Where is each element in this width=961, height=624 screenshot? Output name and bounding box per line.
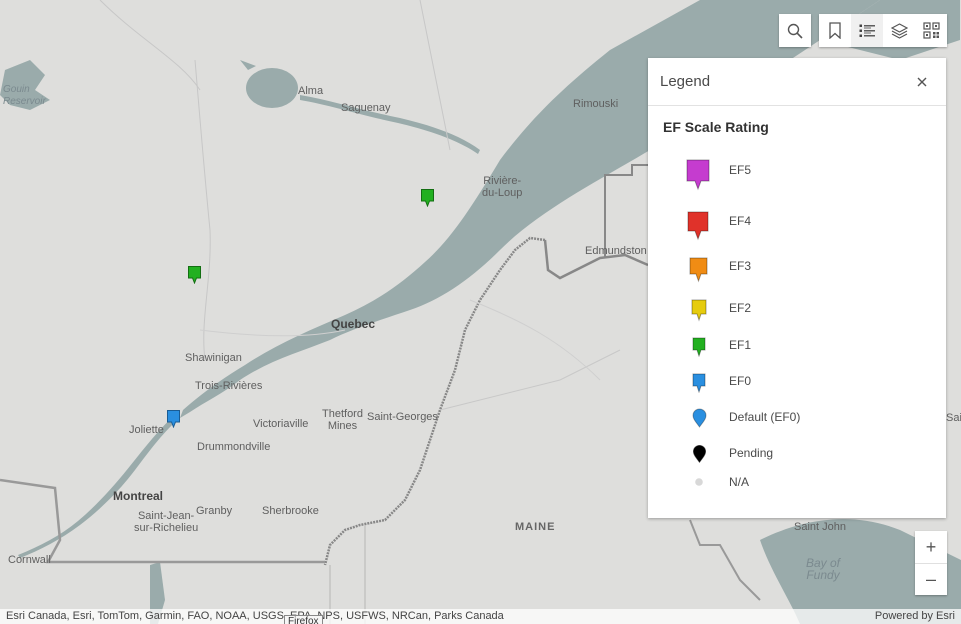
search-button[interactable]	[779, 14, 811, 47]
legend-label: EF2	[729, 301, 752, 315]
round-pin-icon	[692, 444, 707, 464]
label-bay-of-fundy: Bay of Fundy	[806, 556, 841, 582]
qr-grid-icon	[922, 22, 940, 39]
legend-label: Default (EF0)	[729, 410, 801, 424]
label-edmundston: Edmundston	[585, 245, 647, 257]
label-saint-jean-sur-richelieu: Saint-Jean- sur-Richelieu	[134, 510, 199, 534]
legend-item-ef0: EF0	[648, 372, 946, 402]
close-button[interactable]	[910, 70, 934, 94]
label-gouin-reservoir: Gouin Reservoir	[3, 84, 46, 107]
label-montreal: Montreal	[113, 489, 164, 503]
attribution-text[interactable]: Esri Canada, Esri, TomTom, Garmin, FAO, …	[6, 609, 504, 624]
legend-item-ef2: EF2	[648, 298, 946, 328]
label-victoriaville: Victoriaville	[253, 418, 309, 430]
label-riviere-du-loup: Rivière- du-Loup	[482, 175, 523, 199]
search-toolbar	[779, 14, 811, 47]
square-pin-icon	[692, 337, 706, 357]
square-pin-icon	[691, 299, 707, 322]
label-joliette: Joliette	[129, 424, 164, 436]
list-icon	[859, 24, 875, 37]
bookmarks-button[interactable]	[819, 14, 851, 47]
legend-item-ef1: EF1	[648, 336, 946, 366]
tornado-marker-ef1[interactable]	[421, 189, 434, 212]
label-thetford-mines: Thetford Mines	[322, 408, 363, 432]
legend-title: Legend	[660, 73, 711, 90]
attribution-bar: Esri Canada, Esri, TomTom, Garmin, FAO, …	[0, 609, 961, 624]
legend-item-ef3: EF3	[648, 256, 946, 286]
layers-button[interactable]	[883, 14, 915, 47]
label-sherbrooke: Sherbrooke	[262, 505, 319, 517]
label-saint-john-cut: Sain	[946, 412, 961, 424]
label-granby: Granby	[196, 505, 233, 517]
legend-item-pending: Pending	[648, 444, 946, 474]
label-shawinigan: Shawinigan	[185, 352, 242, 364]
layers-icon	[890, 22, 908, 39]
square-pin-icon	[686, 159, 710, 191]
basemap-gallery-button[interactable]	[915, 14, 947, 47]
legend-label: N/A	[729, 475, 750, 489]
label-trois-rivieres: Trois-Rivières	[195, 380, 263, 392]
search-icon	[787, 23, 803, 39]
bookmark-icon	[829, 22, 841, 39]
legend-item-default: Default (EF0)	[648, 408, 946, 438]
square-pin-icon	[692, 373, 706, 393]
legend-label: EF5	[729, 163, 752, 177]
tornado-marker-ef0[interactable]	[167, 410, 180, 433]
close-icon	[917, 77, 927, 86]
square-pin-icon	[167, 410, 180, 429]
dot-icon	[695, 478, 703, 486]
legend-item-ef4: EF4	[648, 210, 946, 241]
legend-label: EF4	[729, 214, 752, 228]
label-saint-georges: Saint-Georges	[367, 411, 438, 423]
square-pin-icon	[188, 266, 201, 285]
legend-label: EF3	[729, 259, 752, 273]
label-cornwall: Cornwall	[8, 554, 51, 566]
zoom-out-button[interactable]: –	[915, 563, 947, 595]
legend-layer-title: EF Scale Rating	[663, 119, 769, 135]
square-pin-icon	[687, 211, 709, 241]
round-pin-icon	[692, 408, 707, 428]
label-maine: MAINE	[515, 521, 556, 533]
legend-panel: Legend EF Scale Rating EF5 EF4 EF3 EF2 E…	[648, 58, 946, 518]
legend-header: Legend	[648, 58, 946, 106]
legend-item-na: N/A	[648, 474, 946, 504]
legend-label: Pending	[729, 446, 774, 460]
label-saguenay: Saguenay	[341, 102, 391, 114]
powered-by-esri[interactable]: Powered by Esri	[875, 609, 955, 624]
zoom-control: + –	[915, 531, 947, 595]
label-drummondville: Drummondville	[197, 441, 271, 453]
label-alma: Alma	[298, 85, 324, 97]
square-pin-icon	[689, 257, 708, 283]
widget-toolbar	[819, 14, 947, 47]
square-pin-icon	[421, 189, 434, 208]
legend-label: EF1	[729, 338, 752, 352]
browser-tooltip: Firefox	[284, 615, 323, 624]
tornado-marker-ef1[interactable]	[188, 266, 201, 289]
label-quebec: Quebec	[331, 317, 376, 331]
legend-label: EF0	[729, 374, 752, 388]
label-saint-john: Saint John	[794, 521, 846, 533]
legend-button[interactable]	[851, 14, 883, 47]
label-rimouski: Rimouski	[573, 98, 619, 110]
legend-item-ef5: EF5	[648, 158, 946, 191]
zoom-in-button[interactable]: +	[915, 531, 947, 563]
